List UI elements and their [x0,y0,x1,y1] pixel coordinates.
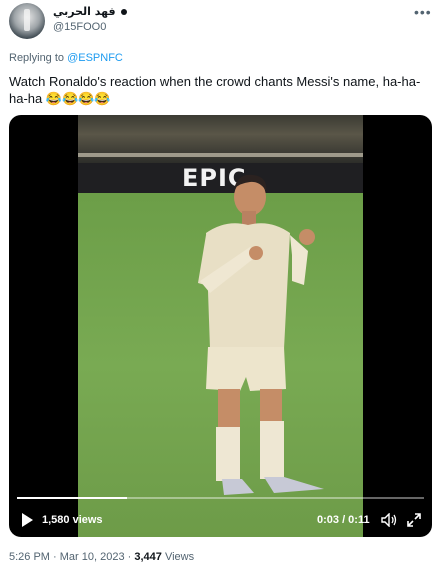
avatar[interactable] [9,3,45,39]
meta-separator: · [49,551,60,563]
author-display-name[interactable]: فهد الحربي [53,5,116,18]
video-views: 1,580 views [42,514,103,526]
progress-bar[interactable] [17,497,424,499]
tweet-header: فهد الحربي @15FOO0 ••• [0,0,444,44]
tweet-date[interactable]: Mar 10, 2023 [60,551,125,563]
video-time: 0:03 / 0:11 [317,514,370,526]
more-icon[interactable]: ••• [414,4,432,20]
video-player[interactable]: EPIC 1,580 views 0:03 / 0:11 [9,115,432,537]
play-icon[interactable] [21,513,33,530]
meta-separator-2: · [124,551,135,563]
video-controls: 1,580 views 0:03 / 0:11 [9,511,432,531]
author-handle[interactable]: @15FOO0 [53,21,106,33]
tweet-meta: 5:26 PM · Mar 10, 2023 · 3,447 Views [9,551,194,563]
replying-to: Replying to @ESPNFC [9,52,123,64]
replying-to-label: Replying to [9,52,68,64]
player-figure [198,174,324,495]
views-count: 3,447 [134,551,162,563]
video-frame[interactable]: EPIC [78,115,363,537]
verified-dot-icon [120,8,127,15]
fullscreen-icon[interactable] [407,513,421,530]
tweet-text: Watch Ronaldo's reaction when the crowd … [9,74,421,106]
tweet-time[interactable]: 5:26 PM [9,551,50,563]
reply-target-link[interactable]: @ESPNFC [67,52,123,64]
progress-fill [17,497,127,499]
views-word: Views [161,551,195,563]
volume-icon[interactable] [381,512,397,530]
author-name-row: فهد الحربي [53,5,127,18]
